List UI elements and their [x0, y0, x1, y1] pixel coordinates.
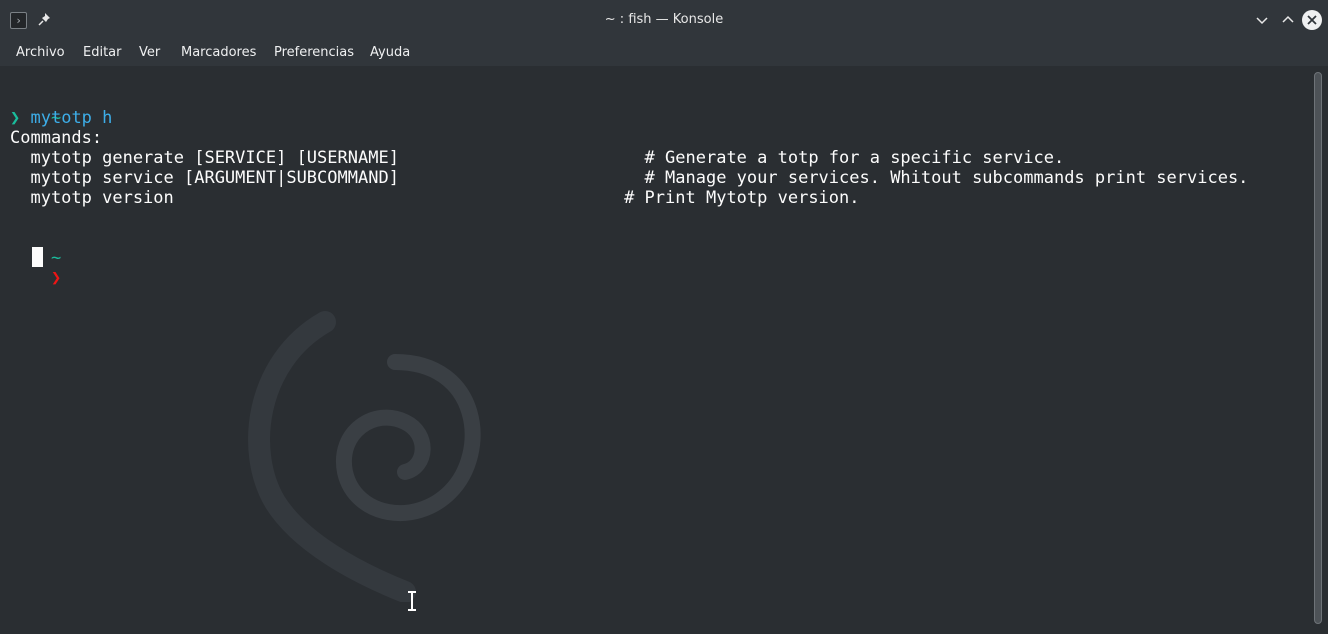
command-text: mytotp h — [30, 108, 113, 128]
window-titlebar[interactable]: › ~ : fish — Konsole — [0, 0, 1328, 40]
terminal-output-line: mytotp version # Print Mytotp version. — [10, 188, 860, 208]
terminal-output-line: mytotp service [ARGUMENT|SUBCOMMAND] # M… — [10, 168, 1249, 188]
menu-bar: Archivo Editar Ver Marcadores Preferenci… — [0, 40, 1328, 66]
menu-editar[interactable]: Editar — [83, 44, 122, 62]
terminal-output-line: mytotp generate [SERVICE] [USERNAME] # G… — [10, 148, 1065, 168]
terminal-output-line: Commands: — [10, 128, 103, 148]
window-title: ~ : fish — Konsole — [604, 12, 724, 27]
debian-swirl-logo — [248, 311, 481, 602]
menu-ayuda[interactable]: Ayuda — [370, 44, 410, 62]
terminal-area[interactable]: ~ ❯ mytotp h Commands: mytotp generate [… — [0, 66, 1310, 634]
maximize-icon[interactable] — [1278, 10, 1298, 30]
menu-archivo[interactable]: Archivo — [16, 44, 65, 62]
menu-preferencias[interactable]: Preferencias — [274, 44, 354, 62]
scrollbar-thumb[interactable] — [1314, 72, 1322, 624]
terminal-cursor — [32, 247, 43, 267]
close-icon[interactable] — [1302, 10, 1322, 30]
minimize-icon[interactable] — [1252, 10, 1272, 30]
vertical-scrollbar[interactable] — [1310, 66, 1328, 634]
prompt-symbol: ❯ — [10, 108, 21, 128]
menu-ver[interactable]: Ver — [139, 44, 160, 62]
terminal-line-path: ~ — [10, 228, 61, 268]
terminal-line-path: ~ — [10, 88, 61, 128]
menu-marcadores[interactable]: Marcadores — [181, 44, 256, 62]
mouse-ibeam-cursor-icon — [408, 591, 416, 611]
prompt-symbol-error: ❯ — [50, 268, 62, 288]
terminal-line-command: ❯ mytotp h — [10, 108, 112, 128]
